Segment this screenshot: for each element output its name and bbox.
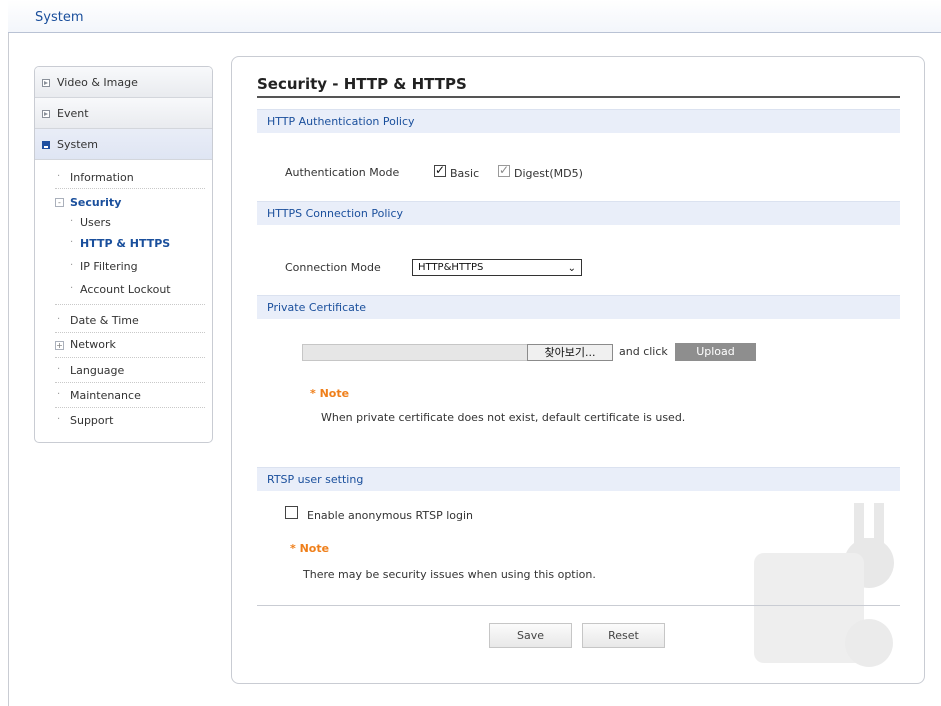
bullet-icon: ·: [70, 216, 74, 227]
sidebar-item-label: Users: [80, 216, 111, 229]
sidebar-item-language[interactable]: · Language: [35, 364, 212, 380]
browse-button[interactable]: 찾아보기...: [527, 344, 613, 361]
sidebar-item-label: Network: [70, 338, 116, 351]
plus-box-icon: -: [55, 198, 64, 207]
bullet-icon: ·: [57, 171, 61, 182]
sidebar-item-information[interactable]: · Information: [35, 171, 212, 189]
sidebar-group-video-image[interactable]: Video & Image: [35, 67, 212, 98]
chevron-down-icon: ⌄: [567, 263, 576, 274]
and-click-text: and click: [619, 345, 668, 358]
sidebar-item-users[interactable]: · Users: [35, 216, 212, 232]
select-value: HTTP&HTTPS: [418, 262, 484, 273]
digest-checkbox: [498, 163, 510, 177]
section-title: Private Certificate: [267, 301, 366, 314]
bullet-icon: ·: [57, 314, 61, 325]
bullet-icon: ·: [57, 389, 61, 400]
bullet-icon: ·: [57, 414, 61, 425]
sidebar-item-account-lockout[interactable]: · Account Lockout: [35, 283, 212, 299]
section-http-auth: HTTP Authentication Policy: [257, 109, 900, 133]
sidebar-group-label: Video & Image: [57, 76, 138, 89]
app-title: System: [35, 10, 84, 25]
top-header: System: [8, 0, 941, 33]
sidebar-item-ip-filtering[interactable]: · IP Filtering: [35, 260, 212, 276]
plus-box-icon: +: [55, 341, 64, 350]
reset-button[interactable]: Reset: [582, 623, 665, 648]
section-certificate: Private Certificate: [257, 295, 900, 319]
sidebar-item-label: Maintenance: [70, 389, 141, 402]
sidebar-item-support[interactable]: · Support: [35, 414, 212, 430]
bullet-icon: ·: [70, 237, 74, 248]
square-minus-icon: [42, 141, 50, 149]
divider: [55, 332, 205, 333]
divider: [55, 407, 205, 408]
footer-divider: [257, 605, 900, 606]
square-arrow-icon: [42, 79, 50, 87]
note-title: * Note: [290, 542, 330, 555]
sidebar-item-security[interactable]: - Security: [35, 196, 212, 212]
section-title: HTTPS Connection Policy: [267, 207, 404, 220]
anonymous-rtsp-checkbox[interactable]: [285, 506, 298, 519]
sidebar-item-date-time[interactable]: · Date & Time: [35, 314, 212, 330]
digest-label: Digest(MD5): [514, 167, 583, 180]
sidebar-item-label: HTTP & HTTPS: [80, 237, 171, 250]
section-rtsp: RTSP user setting: [257, 467, 900, 491]
wrench-gear-icon: [754, 503, 894, 667]
bullet-icon: ·: [70, 283, 74, 294]
divider: [55, 188, 205, 189]
sidebar-item-label: Information: [70, 171, 134, 184]
sidebar-item-http-https[interactable]: · HTTP & HTTPS: [35, 237, 212, 253]
divider: [55, 382, 205, 383]
title-divider: [257, 96, 900, 98]
page-title: Security - HTTP & HTTPS: [257, 75, 467, 93]
sidebar-group-label: System: [57, 138, 99, 151]
auth-mode-label: Authentication Mode: [285, 166, 400, 179]
connection-mode-select[interactable]: HTTP&HTTPS ⌄: [412, 259, 582, 276]
note-text: When private certificate does not exist,…: [321, 411, 686, 424]
bullet-icon: ·: [70, 260, 74, 271]
section-https: HTTPS Connection Policy: [257, 201, 900, 225]
sidebar-group-label: Event: [57, 107, 89, 120]
sidebar-group-system[interactable]: System: [35, 129, 212, 160]
note-text: There may be security issues when using …: [303, 568, 596, 581]
sidebar-item-label: Support: [70, 414, 114, 427]
connection-mode-label: Connection Mode: [285, 261, 381, 274]
basic-label: Basic: [450, 167, 480, 180]
section-title: HTTP Authentication Policy: [267, 115, 415, 128]
save-button[interactable]: Save: [489, 623, 572, 648]
divider: [55, 304, 205, 305]
upload-button[interactable]: Upload: [675, 343, 756, 361]
sidebar-item-maintenance[interactable]: · Maintenance: [35, 389, 212, 405]
section-title: RTSP user setting: [267, 473, 364, 486]
sidebar-item-label: Security: [70, 196, 122, 209]
main-panel: Security - HTTP & HTTPS HTTP Authenticat…: [231, 56, 925, 684]
square-arrow-icon: [42, 110, 50, 118]
sidebar-item-network[interactable]: + Network: [35, 338, 212, 354]
sidebar-item-label: Account Lockout: [80, 283, 171, 296]
sidebar-group-event[interactable]: Event: [35, 98, 212, 129]
divider: [55, 357, 205, 358]
sidebar-item-label: Date & Time: [70, 314, 139, 327]
note-title: * Note: [310, 387, 350, 400]
sidebar-item-label: IP Filtering: [80, 260, 138, 273]
sidebar: Video & Image Event System · Information…: [34, 66, 213, 443]
sidebar-item-label: Language: [70, 364, 125, 377]
basic-checkbox[interactable]: [434, 163, 446, 177]
bullet-icon: ·: [57, 364, 61, 375]
anonymous-rtsp-label: Enable anonymous RTSP login: [307, 509, 474, 522]
